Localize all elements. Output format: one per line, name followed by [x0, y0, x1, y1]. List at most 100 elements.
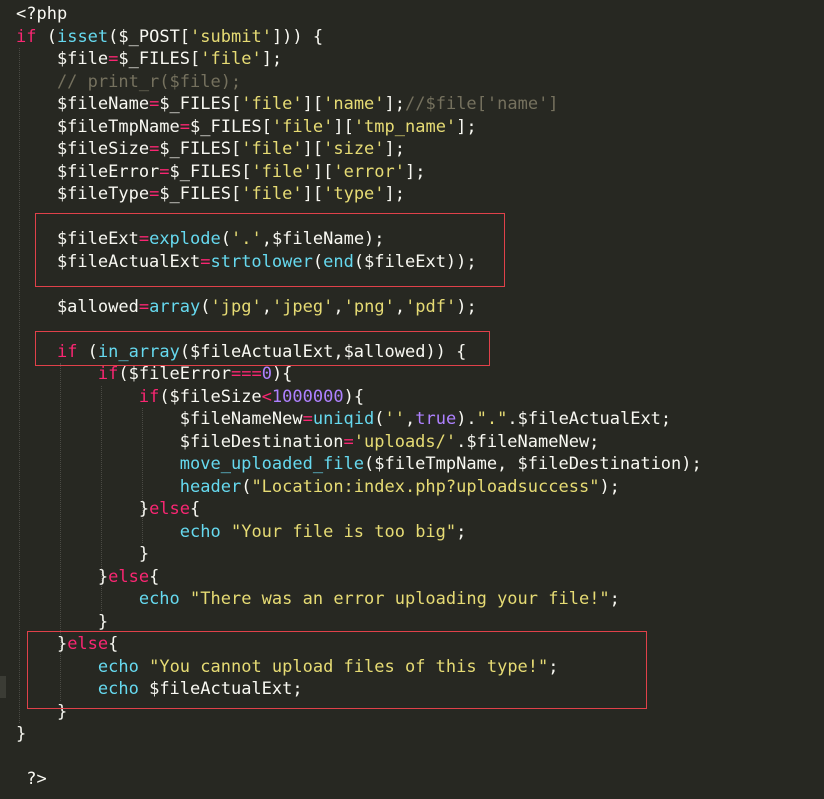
code-line[interactable]: }	[16, 543, 149, 565]
code-token-default: }	[16, 499, 150, 519]
code-token-default	[221, 522, 231, 542]
code-token-default: ){	[271, 364, 293, 384]
code-line[interactable]: }	[16, 723, 26, 745]
code-token-keyword: =	[108, 49, 119, 69]
code-line[interactable]: $fileNameNew=uniqid('',true).".".$fileAc…	[16, 408, 671, 430]
code-token-default: {	[149, 566, 160, 587]
code-token-default: (	[77, 341, 98, 362]
code-token-default: {	[108, 634, 119, 654]
code-token-function: header	[179, 476, 242, 497]
code-token-default: ,$fileName);	[261, 229, 385, 249]
code-token-default: ,	[261, 296, 272, 317]
code-line[interactable]: move_uploaded_file($fileTmpName, $fileDe…	[16, 453, 702, 475]
code-token-default: ][	[333, 116, 354, 137]
code-token-default: $_FILES[	[159, 94, 242, 114]
code-token-default: ][	[302, 139, 324, 159]
code-token-default: $fileActualExt;	[138, 679, 303, 699]
code-token-string: 'jpeg'	[271, 296, 334, 317]
code-token-default: $allowed	[16, 296, 139, 317]
code-token-default: $_FILES[	[159, 139, 242, 159]
code-token-default	[16, 679, 98, 699]
code-token-string: ''	[384, 409, 405, 429]
code-line[interactable]: $file=$_FILES['file'];	[16, 48, 282, 70]
code-line[interactable]: echo "You cannot upload files of this ty…	[16, 656, 559, 678]
code-line[interactable]: }else{	[16, 633, 118, 655]
code-token-default: ($fileExt));	[353, 251, 477, 272]
code-token-default: $fileError	[16, 161, 160, 182]
code-token-keyword: if	[138, 386, 160, 407]
code-token-default	[16, 454, 180, 474]
code-token-default	[16, 657, 98, 677]
code-token-default: $fileDestination	[16, 431, 344, 452]
code-line[interactable]: }else{	[16, 566, 159, 588]
code-token-default: ];	[405, 161, 426, 182]
code-line[interactable]: $fileSize=$_FILES['file']['size'];	[16, 138, 405, 160]
code-token-keyword: =	[149, 94, 160, 114]
code-line[interactable]: $fileActualExt=strtolower(end($fileExt))…	[16, 251, 477, 273]
code-line[interactable]: echo $fileActualExt;	[16, 678, 303, 700]
code-token-default: ).	[456, 409, 477, 429]
code-token-string: "You cannot upload files of this type!"	[149, 656, 549, 677]
code-token-default: }	[16, 566, 109, 587]
code-editor[interactable]: <?php if (isset($_POST['submit'])) { $fil…	[0, 0, 824, 799]
code-line[interactable]: $fileDestination='uploads/'.$fileNameNew…	[16, 431, 600, 453]
code-line[interactable]: $fileError=$_FILES['file']['error'];	[16, 161, 426, 183]
code-line[interactable]: echo "Your file is too big";	[16, 521, 467, 543]
code-line[interactable]: header("Location:index.php?uploadsuccess…	[16, 476, 620, 498]
code-token-default: $_FILES[	[169, 161, 252, 182]
code-line[interactable]: $fileExt=explode('.',$fileName);	[16, 228, 385, 250]
code-token-default: ;	[548, 656, 559, 677]
current-line-marker	[0, 676, 6, 698]
code-line[interactable]: <?php	[16, 3, 67, 25]
code-token-default: .$fileNameNew;	[456, 431, 600, 452]
code-token-default: (	[220, 229, 231, 249]
code-token-string: 'name'	[323, 94, 385, 114]
code-line[interactable]: // print_r($file);	[16, 71, 241, 93]
code-token-function: strtolower	[210, 251, 313, 272]
code-token-string: 'pdf'	[405, 296, 457, 317]
code-token-default	[139, 657, 149, 677]
code-token-default: $fileExt	[16, 229, 139, 249]
code-line[interactable]: $fileTmpName=$_FILES['file']['tmp_name']…	[16, 116, 477, 138]
code-line[interactable]: $allowed=array('jpg','jpeg','png','pdf')…	[16, 296, 477, 318]
code-token-default: ];	[261, 49, 283, 69]
code-line[interactable]: if($fileError===0){	[16, 363, 293, 385]
code-token-default: <?php	[16, 4, 68, 24]
code-token-function: explode	[149, 229, 221, 249]
code-token-default: $fileActualExt	[16, 251, 201, 272]
code-line[interactable]: if($fileSize<1000000){	[16, 386, 364, 408]
code-token-default: }	[16, 701, 68, 722]
code-token-comment: // print_r($file);	[16, 71, 242, 92]
code-token-default: ($fileTmpName, $fileDestination);	[364, 454, 702, 474]
code-line[interactable]: if (isset($_POST['submit'])) {	[16, 26, 323, 48]
code-token-string: 'file'	[241, 184, 303, 204]
code-line[interactable]: }else{	[16, 498, 200, 520]
code-token-keyword: if	[56, 341, 78, 362]
code-token-default: (	[200, 296, 211, 317]
code-token-default: ][	[312, 161, 334, 182]
code-token-default	[16, 589, 139, 609]
code-token-function: move_uploaded_file	[179, 454, 364, 474]
code-token-string: 'file'	[241, 139, 303, 159]
code-line[interactable]: $fileName=$_FILES['file']['name'];//$fil…	[16, 93, 559, 115]
code-token-string: 'submit'	[190, 26, 272, 47]
code-line[interactable]: $fileType=$_FILES['file']['type'];	[16, 183, 405, 205]
code-line[interactable]: }	[16, 611, 108, 633]
code-token-keyword: =	[302, 409, 313, 429]
code-token-keyword: =	[149, 184, 160, 204]
code-token-default: ){	[343, 386, 365, 407]
code-token-keyword: if	[16, 26, 37, 47]
code-token-function: isset	[56, 26, 109, 47]
code-token-string: "Your file is too big"	[230, 521, 457, 542]
code-token-keyword: ===	[230, 364, 262, 384]
code-token-default	[16, 387, 139, 407]
code-token-default: $_FILES[	[118, 49, 201, 69]
code-line[interactable]: echo "There was an error uploading your …	[16, 588, 620, 610]
code-token-string: 'tmp_name'	[353, 116, 457, 137]
code-token-default: $fileTmpName	[16, 116, 180, 137]
code-line[interactable]: ?>	[16, 768, 46, 790]
code-token-default: (	[241, 476, 252, 497]
code-line[interactable]: }	[16, 701, 67, 723]
code-line[interactable]: if (in_array($fileActualExt,$allowed)) {	[16, 341, 466, 363]
code-token-default: );	[599, 476, 620, 497]
